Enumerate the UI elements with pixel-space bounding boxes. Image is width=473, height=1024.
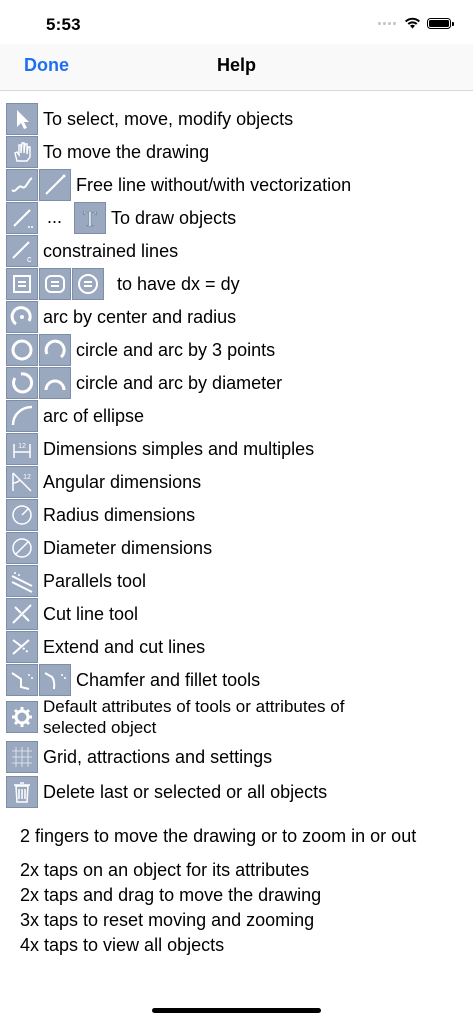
- cut-line-icon: [6, 597, 38, 630]
- ellipsis-text: ...: [47, 207, 63, 227]
- list-item: Grid, attractions and settings: [6, 740, 272, 773]
- dxdy-label: to have dx = dy: [117, 273, 240, 294]
- list-item: Parallels tool: [6, 564, 146, 597]
- gesture-note: 4x taps to view all objects: [20, 935, 225, 955]
- fillet-icon: [39, 663, 71, 696]
- grid-label: Grid, attractions and settings: [43, 746, 273, 767]
- list-item: To move the drawing: [6, 135, 209, 168]
- list-item: arc of ellipse: [6, 399, 144, 432]
- circle-diam-label: circle and arc by diameter: [76, 372, 283, 393]
- list-item: Cut line tool: [6, 597, 138, 630]
- list-item: Default attributes of tools or attribute…: [6, 696, 403, 738]
- home-indicator[interactable]: [152, 1008, 321, 1013]
- chamfer-icon: [6, 663, 38, 696]
- text-tool-icon: T: [74, 201, 107, 234]
- circle-3points-icon: [6, 333, 38, 366]
- cellular-signal-icon: [378, 21, 396, 25]
- page-title: Help: [216, 55, 256, 75]
- extend-label: Extend and cut lines: [43, 636, 206, 657]
- freeline-label: Free line without/with vectorization: [76, 174, 352, 195]
- delete-label: Delete last or selected or all objects: [43, 781, 328, 802]
- radius-dimension-icon: [6, 498, 38, 531]
- diameter-label: Diameter dimensions: [43, 537, 213, 558]
- dimensions-label: Dimensions simples and multiples: [43, 438, 315, 459]
- list-item: Free line without/with vectorization: [6, 168, 351, 201]
- list-item: To select, move, modify objects: [6, 102, 293, 135]
- svg-text:12: 12: [23, 474, 31, 481]
- gesture-note: 3x taps to reset moving and zooming: [20, 910, 315, 930]
- equal-square-icon: [6, 267, 38, 300]
- list-item: Extend and cut lines: [6, 630, 205, 663]
- ellipse-label: arc of ellipse: [43, 405, 145, 426]
- svg-text:12: 12: [18, 443, 26, 450]
- line-tool-icon: [6, 201, 38, 234]
- vector-line-icon: [39, 168, 71, 201]
- trash-icon: [6, 775, 38, 808]
- list-item: to have dx = dy: [6, 267, 240, 300]
- svg-text:c: c: [27, 254, 32, 264]
- move-label: To move the drawing: [43, 141, 210, 162]
- list-item: Radius dimensions: [6, 498, 195, 531]
- list-item: ... T To draw objects: [6, 201, 236, 234]
- grid-icon: [6, 740, 38, 773]
- circle3-label: circle and arc by 3 points: [76, 339, 276, 360]
- status-time: 5:53: [46, 15, 81, 34]
- freehand-line-icon: [6, 168, 38, 201]
- gesture-note: 2 fingers to move the drawing or to zoom…: [20, 826, 417, 846]
- chamfer-label: Chamfer and fillet tools: [76, 669, 261, 690]
- circle-diameter-icon: [6, 366, 38, 399]
- list-item: 12 Angular dimensions: [6, 465, 201, 498]
- list-item: Diameter dimensions: [6, 531, 212, 564]
- radius-label: Radius dimensions: [43, 504, 196, 525]
- status-icons: [378, 17, 454, 29]
- constrained-label: constrained lines: [43, 240, 179, 261]
- linear-dimension-icon: 12: [6, 432, 38, 465]
- arc-center-label: arc by center and radius: [43, 306, 237, 327]
- svg-text:T: T: [83, 206, 97, 231]
- list-item: circle and arc by 3 points: [6, 333, 275, 366]
- angular-dimension-icon: 12: [6, 465, 38, 498]
- list-item: Delete last or selected or all objects: [6, 775, 327, 808]
- hand-icon: [6, 135, 38, 168]
- pointer-icon: [6, 102, 38, 135]
- gesture-note: 2x taps and drag to move the drawing: [20, 885, 322, 905]
- ellipse-arc-icon: [6, 399, 38, 432]
- angular-label: Angular dimensions: [43, 471, 202, 492]
- list-item: 12 Dimensions simples and multiples: [6, 432, 314, 465]
- wifi-icon: [405, 17, 420, 29]
- diameter-dimension-icon: [6, 531, 38, 564]
- parallels-label: Parallels tool: [43, 570, 147, 591]
- list-item: circle and arc by diameter: [6, 366, 282, 399]
- gear-icon: [6, 701, 38, 733]
- arc-diameter-icon: [39, 366, 71, 399]
- select-label: To select, move, modify objects: [43, 108, 294, 129]
- list-item: c constrained lines: [6, 234, 178, 267]
- status-bar: 5:53: [0, 0, 473, 44]
- list-item: arc by center and radius: [6, 300, 236, 333]
- equal-rounded-icon: [39, 267, 71, 300]
- parallels-icon: [6, 564, 38, 597]
- arc-center-icon: [6, 300, 38, 333]
- extend-line-icon: [6, 630, 38, 663]
- gesture-note: 2x taps on an object for its attributes: [20, 860, 310, 880]
- arc-3points-icon: [39, 333, 71, 366]
- battery-icon: [427, 17, 454, 29]
- navigation-bar: Done Help: [0, 44, 473, 91]
- list-item: Chamfer and fillet tools: [6, 663, 260, 696]
- defaults-label: Default attributes of tools or attribute…: [43, 697, 345, 737]
- constrained-line-icon: c: [6, 234, 38, 267]
- draw-label: To draw objects: [111, 207, 237, 228]
- cutline-label: Cut line tool: [43, 603, 139, 624]
- equal-circle-icon: [72, 267, 104, 300]
